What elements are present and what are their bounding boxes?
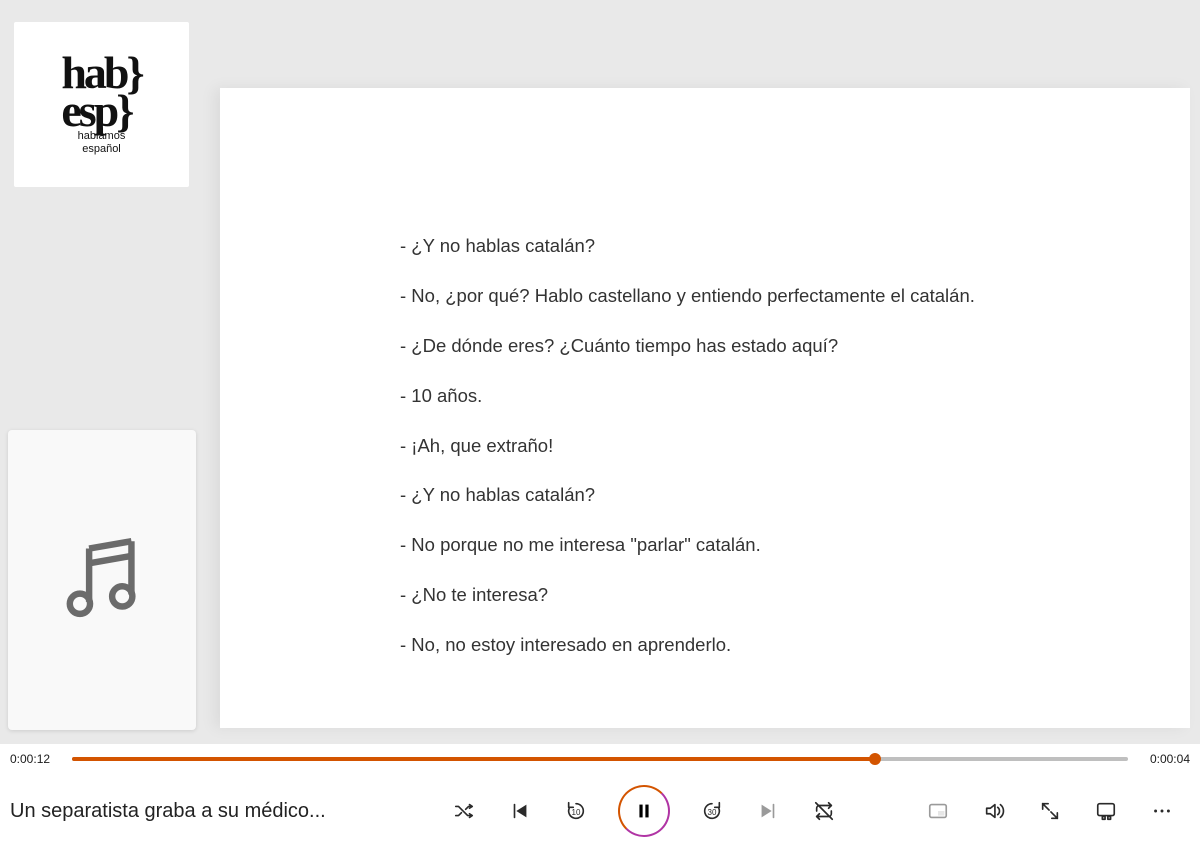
skip-back-button[interactable]: 10 [562,797,590,825]
player-controls: Un separatista graba a su médico... 10 [0,774,1200,848]
logo-wordmark: hab} esp} [61,54,141,129]
document-panel: - ¿Y no hablas catalán? - No, ¿por qué? … [220,88,1190,728]
album-art-placeholder [8,430,196,730]
pause-button[interactable] [618,785,670,837]
track-title: Un separatista graba a su médico... [10,800,430,823]
miniplayer-button[interactable] [924,797,952,825]
logo-subtitle-1: hablamos [78,131,126,142]
skip-back-label: 10 [572,809,581,817]
logo-card: hab} esp} hablamos español [14,22,189,187]
seek-thumb[interactable] [869,753,881,765]
fullscreen-button[interactable] [1036,797,1064,825]
remaining-time: 0:00:04 [1146,752,1190,766]
seek-fill [72,757,875,761]
transcript-line: - No, ¿por qué? Hablo castellano y entie… [400,283,1130,309]
transcript-line: - 10 años. [400,383,1130,409]
more-options-button[interactable] [1148,797,1176,825]
previous-track-button[interactable] [506,797,534,825]
seek-bar[interactable] [72,756,1128,762]
transcript-line: - ¡Ah, que extraño! [400,433,1130,459]
repeat-off-button[interactable] [810,797,838,825]
transcript-line: - No, no estoy interesado en aprenderlo. [400,632,1130,658]
logo-subtitle-2: español [82,144,121,155]
elapsed-time: 0:00:12 [10,752,54,766]
next-track-button[interactable] [754,797,782,825]
transcript-line: - ¿No te interesa? [400,582,1130,608]
transcript-line: - No porque no me interesa "parlar" cata… [400,532,1130,558]
transcript: - ¿Y no hablas catalán? - No, ¿por qué? … [400,233,1130,682]
progress-row: 0:00:12 0:00:04 [0,744,1200,774]
transcript-line: - ¿Y no hablas catalán? [400,233,1130,259]
cast-button[interactable] [1092,797,1120,825]
logo-line-2: esp} [61,92,141,130]
music-note-icon [56,532,148,629]
skip-forward-label: 30 [708,809,717,817]
secondary-controls [924,797,1190,825]
shuffle-button[interactable] [450,797,478,825]
transcript-line: - ¿Y no hablas catalán? [400,482,1130,508]
transcript-line: - ¿De dónde eres? ¿Cuánto tiempo has est… [400,333,1130,359]
transport-controls: 10 30 [450,785,838,837]
volume-button[interactable] [980,797,1008,825]
skip-forward-button[interactable]: 30 [698,797,726,825]
